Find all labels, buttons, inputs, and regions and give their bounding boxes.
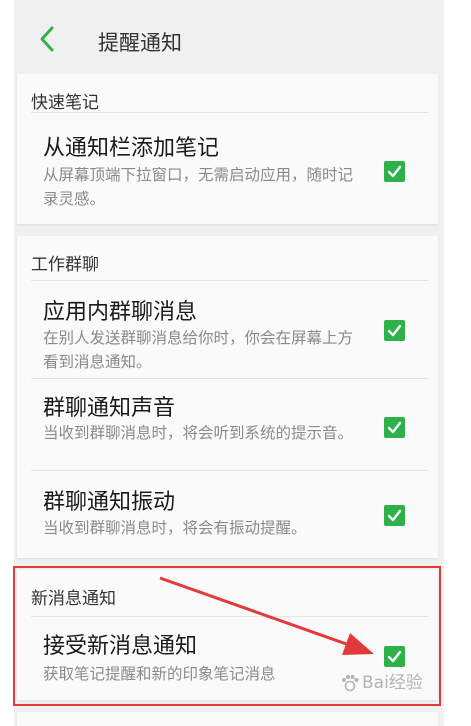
watermark: Bai经验 <box>340 668 423 693</box>
watermark-text: Bai经验 <box>362 673 423 693</box>
annotation-arrow-icon <box>159 576 374 655</box>
paw-icon <box>342 675 359 692</box>
